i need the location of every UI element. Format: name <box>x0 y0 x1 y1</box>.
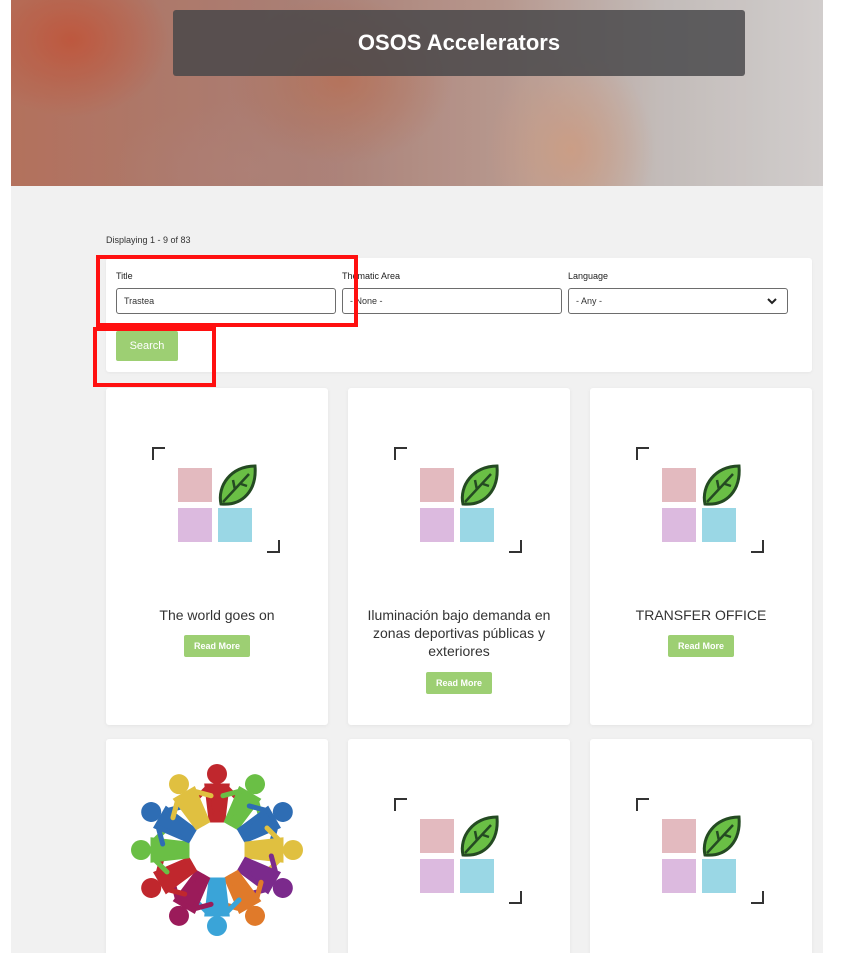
leaf-logo-icon <box>636 798 764 904</box>
thematic-area-select[interactable]: - None - <box>342 288 562 314</box>
result-card: TRANSFER OFFICE Read More <box>590 388 812 725</box>
page-title: OSOS Accelerators <box>357 30 561 55</box>
leaf-logo-icon <box>394 798 522 904</box>
result-card <box>590 739 812 953</box>
read-more-button[interactable]: Read More <box>668 635 734 657</box>
chevron-down-icon <box>767 298 777 305</box>
leaf-logo-icon <box>636 447 764 553</box>
language-label: Language <box>568 271 609 281</box>
read-more-button[interactable]: Read More <box>426 672 492 694</box>
read-more-button[interactable]: Read More <box>184 635 250 657</box>
people-circle-logo <box>131 764 303 936</box>
result-card: The world goes on Read More <box>106 388 328 725</box>
result-card: Iluminación bajo demanda en zonas deport… <box>348 388 570 725</box>
leaf-logo-icon <box>394 447 522 553</box>
results-count: Displaying 1 - 9 of 83 <box>106 235 191 245</box>
highlight-box-title <box>96 255 358 327</box>
leaf-logo-icon <box>152 447 280 553</box>
card-title: Iluminación bajo demanda en zonas deport… <box>367 607 551 659</box>
card-title: The world goes on <box>159 607 275 623</box>
card-title: TRANSFER OFFICE <box>635 607 767 623</box>
page-title-bar: OSOS Accelerators <box>173 10 745 76</box>
result-card <box>348 739 570 953</box>
language-select[interactable]: - Any - <box>568 288 788 314</box>
page: OSOS Accelerators Displaying 1 - 9 of 83… <box>11 0 823 953</box>
language-select-value: - Any - <box>576 296 603 306</box>
highlight-box-search <box>93 327 216 387</box>
result-card <box>106 739 328 953</box>
